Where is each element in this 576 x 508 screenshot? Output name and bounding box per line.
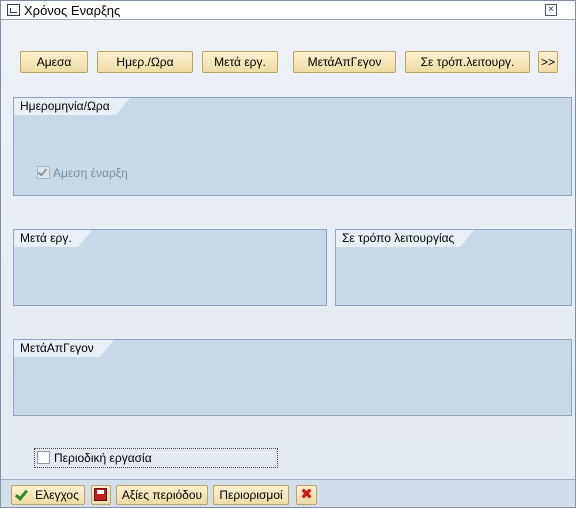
cancel-icon: ✖ bbox=[300, 485, 313, 503]
immediate-start-label: Αμεση έναρξη bbox=[53, 166, 128, 180]
date-time-group-title: Ημερομηνία/Ωρα bbox=[14, 98, 130, 115]
close-icon[interactable]: × bbox=[545, 4, 557, 16]
restrictions-button[interactable]: Περιορισμοί bbox=[213, 485, 289, 505]
window-title: Χρόνος Εναρξης bbox=[24, 3, 121, 18]
after-event-group: ΜετάΑπΓεγον bbox=[13, 339, 572, 416]
start-time-dialog: Χρόνος Εναρξης × Αμεσα Ημερ./Ωρα Μετά ερ… bbox=[0, 0, 576, 508]
immediate-start-checkbox[interactable] bbox=[37, 166, 50, 179]
check-button[interactable]: Ελεγχος bbox=[11, 485, 85, 505]
periodic-job-label: Περιοδική εργασία bbox=[54, 451, 152, 465]
operation-mode-group: Σε τρόπο λειτουργίας bbox=[335, 229, 572, 306]
operation-mode-group-title: Σε τρόπο λειτουργίας bbox=[336, 230, 475, 247]
operation-mode-button[interactable]: Σε τρόπ.λειτουργ. bbox=[405, 51, 530, 73]
period-values-button[interactable]: Αξίες περιόδου bbox=[116, 485, 208, 505]
window-icon bbox=[7, 4, 20, 16]
more-buttons[interactable]: >> bbox=[538, 51, 558, 73]
periodic-job-focus-frame: Περιοδική εργασία bbox=[34, 448, 278, 468]
after-event-button[interactable]: ΜετάΑπΓεγον bbox=[293, 51, 396, 73]
after-event-group-title: ΜετάΑπΓεγον bbox=[14, 340, 114, 357]
after-job-group-title: Μετά εργ. bbox=[14, 230, 92, 247]
title-bar: Χρόνος Εναρξης × bbox=[1, 1, 575, 20]
save-button[interactable] bbox=[91, 485, 111, 505]
footer-toolbar: Ελεγχος Αξίες περιόδου Περιορισμοί ✖ bbox=[1, 479, 575, 507]
immediate-button[interactable]: Αμεσα bbox=[20, 51, 88, 73]
save-icon bbox=[94, 488, 107, 501]
after-job-button[interactable]: Μετά εργ. bbox=[202, 51, 278, 73]
cancel-button[interactable]: ✖ bbox=[296, 485, 317, 505]
periodic-job-checkbox[interactable] bbox=[37, 451, 50, 464]
checkmark-icon bbox=[37, 166, 48, 177]
check-button-label: Ελεγχος bbox=[35, 488, 79, 502]
date-time-button[interactable]: Ημερ./Ωρα bbox=[97, 51, 193, 73]
check-icon bbox=[14, 487, 29, 501]
after-job-group: Μετά εργ. bbox=[13, 229, 327, 306]
date-time-group: Ημερομηνία/Ωρα Αμεση έναρξη bbox=[13, 97, 572, 196]
